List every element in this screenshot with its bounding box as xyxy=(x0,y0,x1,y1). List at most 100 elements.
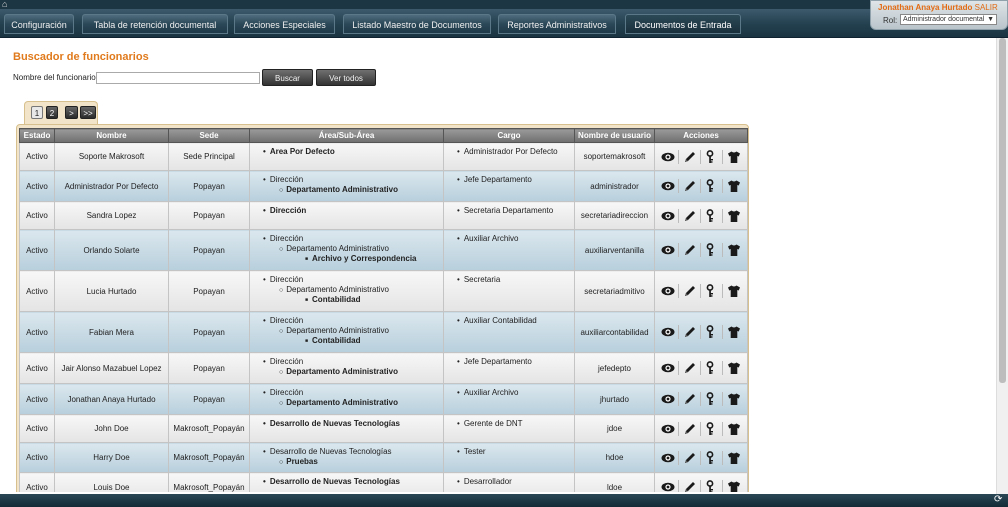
cell-sede: Popayan xyxy=(168,201,250,230)
shirt-icon[interactable] xyxy=(723,179,745,193)
eye-icon[interactable] xyxy=(657,361,679,375)
nav-reportes-administrativos[interactable]: Reportes Administrativos xyxy=(498,14,616,34)
cell-area: DirecciónDepartamento AdministrativoArch… xyxy=(249,229,444,271)
cargo-item: Secretaria Departamento xyxy=(445,206,573,216)
nav-tabla-retencion[interactable]: Tabla de retención documental xyxy=(82,14,228,34)
pagination: 1 2 > >> xyxy=(24,101,98,125)
eye-icon[interactable] xyxy=(657,149,679,164)
pencil-icon[interactable] xyxy=(679,243,701,257)
cell-estado: Activo xyxy=(19,414,55,443)
key-icon[interactable] xyxy=(701,450,723,465)
pencil-icon[interactable] xyxy=(679,480,701,492)
ver-todos-button[interactable]: Ver todos xyxy=(316,69,376,86)
pencil-icon[interactable] xyxy=(679,179,701,193)
cell-cargo: Desarrollador xyxy=(443,472,575,492)
shirt-icon[interactable] xyxy=(723,422,745,436)
shirt-icon[interactable] xyxy=(723,361,745,375)
eye-icon[interactable] xyxy=(657,325,679,339)
key-icon[interactable] xyxy=(701,149,723,164)
pencil-icon[interactable] xyxy=(679,361,701,375)
cell-acciones xyxy=(654,270,748,312)
row-actions xyxy=(656,480,746,492)
table-row: ActivoLucia HurtadoPopayanDirecciónDepar… xyxy=(19,270,748,312)
home-icon[interactable]: ⌂ xyxy=(2,0,18,9)
page-2-button[interactable]: 2 xyxy=(46,106,58,119)
col-nombre[interactable]: Nombre xyxy=(54,128,169,143)
page-1-button[interactable]: 1 xyxy=(31,106,43,119)
pencil-icon[interactable] xyxy=(679,325,701,339)
col-usuario[interactable]: Nombre de usuario xyxy=(574,128,655,143)
cell-usuario: secretariadmitivo xyxy=(574,270,655,312)
nav-listado-maestro[interactable]: Listado Maestro de Documentos xyxy=(343,14,491,34)
eye-icon[interactable] xyxy=(657,480,679,492)
cell-usuario: jhurtado xyxy=(574,383,655,415)
nav-acciones-especiales[interactable]: Acciones Especiales xyxy=(234,14,335,34)
buscar-button[interactable]: Buscar xyxy=(262,69,313,86)
cell-nombre: Administrador Por Defecto xyxy=(54,170,169,202)
search-input[interactable] xyxy=(96,72,260,84)
key-icon[interactable] xyxy=(701,208,723,223)
eye-icon[interactable] xyxy=(657,284,679,298)
row-actions xyxy=(656,179,746,193)
cell-cargo: Tester xyxy=(443,442,575,473)
cell-usuario: jdoe xyxy=(574,414,655,443)
pencil-icon[interactable] xyxy=(679,392,701,406)
shirt-icon[interactable] xyxy=(723,325,745,339)
pencil-icon[interactable] xyxy=(679,284,701,298)
next-page-button[interactable]: > xyxy=(65,106,78,119)
shirt-icon[interactable] xyxy=(723,284,745,298)
nav-documentos-entrada[interactable]: Documentos de Entrada xyxy=(625,14,741,34)
cell-nombre: Harry Doe xyxy=(54,442,169,473)
eye-icon[interactable] xyxy=(657,450,679,465)
cell-area: DirecciónDepartamento Administrativo xyxy=(249,170,444,202)
main-navbar: Configuración Tabla de retención documen… xyxy=(0,9,1008,38)
logout-link[interactable]: SALIR xyxy=(975,3,998,12)
browser-top-strip: ⌂ xyxy=(0,0,1008,9)
area-item: Departamento Administrativo xyxy=(251,398,442,409)
key-icon[interactable] xyxy=(701,179,723,193)
table-row: ActivoAdministrador Por DefectoPopayanDi… xyxy=(19,170,748,202)
key-icon[interactable] xyxy=(701,392,723,406)
role-select[interactable]: Administrador documental ▼ xyxy=(900,14,997,25)
eye-icon[interactable] xyxy=(657,208,679,223)
shirt-icon[interactable] xyxy=(723,209,745,223)
row-actions xyxy=(656,243,746,257)
key-icon[interactable] xyxy=(701,243,723,257)
eye-icon[interactable] xyxy=(657,392,679,406)
key-icon[interactable] xyxy=(701,284,723,298)
key-icon[interactable] xyxy=(701,361,723,375)
scrollbar-thumb[interactable] xyxy=(999,38,1006,383)
shirt-icon[interactable] xyxy=(723,480,745,492)
eye-icon[interactable] xyxy=(657,179,679,193)
pencil-icon[interactable] xyxy=(679,421,701,436)
role-label: Rol: xyxy=(883,16,898,25)
eye-icon[interactable] xyxy=(657,243,679,257)
reload-icon[interactable]: ⟳ xyxy=(994,494,1006,506)
shirt-icon[interactable] xyxy=(723,451,745,465)
cell-sede: Popayan xyxy=(168,352,250,384)
key-icon[interactable] xyxy=(701,480,723,492)
shirt-icon[interactable] xyxy=(723,243,745,257)
col-estado[interactable]: Estado xyxy=(19,128,55,143)
cell-area: Desarrollo de Nuevas Tecnologías xyxy=(249,472,444,492)
pencil-icon[interactable] xyxy=(679,149,701,164)
main-content: Buscador de funcionarios Nombre del func… xyxy=(3,40,995,492)
pencil-icon[interactable] xyxy=(679,450,701,465)
nav-configuracion[interactable]: Configuración xyxy=(4,14,74,34)
user-panel: Jonathan Anaya Hurtado SALIR Rol: Admini… xyxy=(870,0,1008,30)
last-page-button[interactable]: >> xyxy=(80,106,96,119)
col-cargo[interactable]: Cargo xyxy=(443,128,575,143)
col-area[interactable]: Área/Sub-Área xyxy=(249,128,444,143)
cell-usuario: secretariadireccion xyxy=(574,201,655,230)
shirt-icon[interactable] xyxy=(723,392,745,406)
cell-acciones xyxy=(654,170,748,202)
col-sede[interactable]: Sede xyxy=(168,128,250,143)
page-scrollbar[interactable] xyxy=(996,38,1008,494)
eye-icon[interactable] xyxy=(657,421,679,436)
key-icon[interactable] xyxy=(701,325,723,339)
area-item: Dirección xyxy=(251,275,442,285)
key-icon[interactable] xyxy=(701,421,723,436)
area-item: Departamento Administrativo xyxy=(251,285,442,296)
shirt-icon[interactable] xyxy=(723,150,745,164)
pencil-icon[interactable] xyxy=(679,208,701,223)
